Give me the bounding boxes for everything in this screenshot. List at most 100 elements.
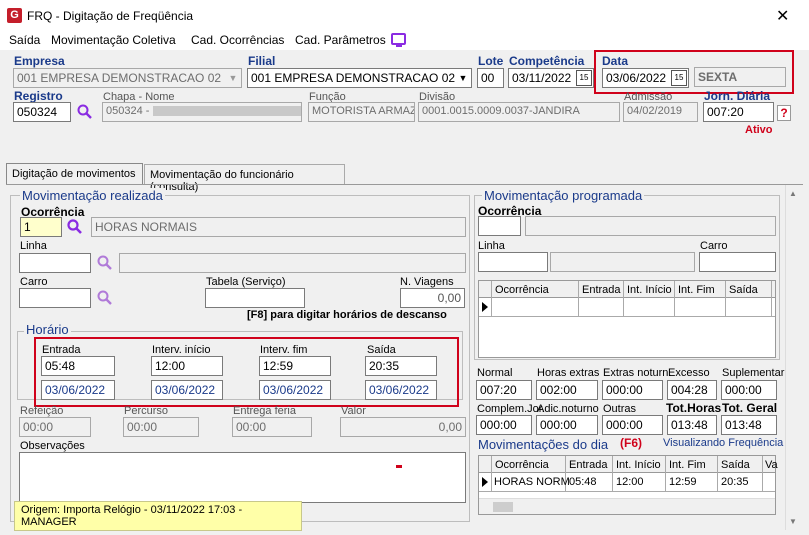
dia-grid[interactable]: Ocorrência Entrada Int. Início Int. Fim … — [478, 455, 778, 515]
col-entrada: Entrada — [569, 459, 608, 471]
ocorrencia-desc-field: HORAS NORMAIS — [91, 217, 466, 237]
scroll-up-icon[interactable]: ▲ — [789, 189, 797, 198]
valor-label: Valor — [341, 405, 366, 417]
menu-movimentacao-coletiva[interactable]: Movimentação Coletiva — [51, 33, 176, 47]
scroll-down-icon[interactable]: ▼ — [789, 517, 797, 526]
programada-linha-label: Linha — [478, 240, 505, 252]
programada-ocorrencia-desc — [525, 216, 776, 236]
blurred-name — [152, 106, 301, 117]
observacoes-textarea[interactable] — [19, 452, 466, 503]
tabela-label: Tabela (Serviço) — [206, 276, 286, 288]
observacoes-label: Observações — [20, 440, 85, 452]
suplementar-value: 000:00 — [721, 380, 777, 400]
search-icon[interactable] — [67, 219, 83, 235]
col-int-inicio: Int. Início — [627, 284, 672, 296]
search-icon[interactable] — [97, 255, 113, 271]
help-button[interactable]: ? — [777, 105, 791, 121]
tabela-input[interactable] — [205, 288, 305, 308]
menu-cad-parametros[interactable]: Cad. Parâmetros — [295, 33, 386, 47]
data-input[interactable]: 03/06/2022 15 — [602, 68, 689, 88]
empresa-select[interactable]: 001 EMPRESA DEMONSTRACAO 02 ▼ — [13, 68, 242, 88]
scrollbar-thumb[interactable] — [493, 502, 513, 512]
lote-label: Lote — [478, 54, 504, 68]
app-logo-icon: G — [7, 8, 22, 23]
menu-cad-ocorrencias[interactable]: Cad. Ocorrências — [191, 33, 284, 47]
ocorrencia-code-input[interactable]: 1 — [20, 217, 62, 237]
close-icon[interactable]: ✕ — [776, 6, 789, 26]
entrada-label: Entrada — [42, 344, 81, 356]
entrada-input[interactable]: 05:48 — [41, 356, 115, 376]
origem-tooltip: Origem: Importa Relógio - 03/11/2022 17:… — [14, 501, 302, 531]
viagens-input[interactable]: 0,00 — [400, 288, 465, 308]
entrega-label: Entrega feria — [233, 405, 296, 417]
intervalo-inicio-input[interactable]: 12:00 — [151, 356, 223, 376]
label-horas-extras: Horas extras — [537, 367, 600, 379]
valor-input: 0,00 — [340, 417, 466, 437]
label-tot-geral: Tot. Geral — [722, 401, 778, 415]
entrada-data-input[interactable]: 03/06/2022 — [41, 380, 115, 400]
competencia-input[interactable]: 03/11/2022 15 — [508, 68, 594, 88]
programada-linha-input[interactable] — [478, 252, 548, 272]
menu-saida[interactable]: Saída — [9, 33, 40, 47]
normal-value: 007:20 — [476, 380, 532, 400]
label-excesso: Excesso — [668, 367, 710, 379]
col-ocorrencia: Ocorrência — [495, 459, 549, 471]
programada-grid[interactable]: Ocorrência Entrada Int. Início Int. Fim … — [478, 280, 776, 358]
refeicao-label: Refeição — [20, 405, 64, 417]
tab-digitacao[interactable]: Digitação de movimentos — [6, 163, 143, 185]
empresa-label: Empresa — [14, 54, 65, 68]
data-label: Data — [602, 54, 629, 68]
complem-value: 000:00 — [476, 415, 532, 435]
lote-input[interactable]: 00 — [477, 68, 504, 88]
outras-value: 000:00 — [602, 415, 663, 435]
status-badge: Ativo — [745, 124, 773, 136]
visualizando-frequencia-link[interactable]: Visualizando Frequência — [663, 437, 783, 449]
admissao-field: 04/02/2019 — [623, 102, 698, 122]
programada-linha-desc — [550, 252, 695, 272]
saida-data-input[interactable]: 03/06/2022 — [365, 380, 437, 400]
monitor-icon[interactable] — [391, 33, 406, 47]
jornada-field: 007:20 — [703, 102, 774, 122]
jornada-label: Jorn. Diária — [704, 89, 771, 103]
table-row[interactable]: HORAS NORM 05:48 12:00 12:59 20:35 — [479, 473, 775, 491]
saida-label: Saída — [367, 344, 396, 356]
movimentacoes-dia-title: Movimentações do dia — [478, 437, 609, 452]
programada-grid-header: Ocorrência Entrada Int. Início Int. Fim … — [479, 281, 775, 298]
registro-input[interactable]: 050324 — [13, 102, 71, 122]
search-icon[interactable] — [77, 104, 93, 120]
excesso-value: 004:28 — [667, 380, 717, 400]
programada-ocorrencia-input[interactable] — [478, 216, 521, 236]
search-icon[interactable] — [97, 290, 113, 306]
programada-carro-input[interactable] — [699, 252, 776, 272]
saida-input[interactable]: 20:35 — [365, 356, 437, 376]
row-pointer-icon — [482, 302, 488, 312]
window-title: FRQ - Digitação de Freqüência — [27, 9, 194, 23]
tot-horas-value: 013:48 — [667, 415, 717, 435]
adic-noturno-value: 000:00 — [536, 415, 598, 435]
label-extras-noturn: Extras noturn. — [603, 367, 672, 379]
divisao-field: 0001.0015.0009.0037-JANDIRA — [418, 102, 620, 122]
carro-input[interactable] — [19, 288, 91, 308]
dia-semana-field: SEXTA — [694, 67, 786, 87]
cell-ocorrencia: HORAS NORM — [494, 476, 570, 488]
intervalo-inicio-data-input[interactable]: 03/06/2022 — [151, 380, 223, 400]
cell-saida: 20:35 — [721, 476, 749, 488]
tab-movimentacao-funcionario[interactable]: Movimentação do funcionário (consulta) — [144, 164, 345, 193]
calendar-icon[interactable]: 15 — [576, 70, 592, 86]
realizada-title: Movimentação realizada — [20, 188, 165, 203]
col-saida: Saída — [721, 459, 750, 471]
viagens-label: N. Viagens — [400, 276, 454, 288]
linha-input[interactable] — [19, 253, 91, 273]
chapa-nome-field: 050324 - — [102, 102, 302, 122]
calendar-icon[interactable]: 15 — [671, 70, 687, 86]
intervalo-fim-input[interactable]: 12:59 — [259, 356, 331, 376]
cell-int-inicio: 12:00 — [616, 476, 644, 488]
filial-select[interactable]: 001 EMPRESA DEMONSTRACAO 02 ▼ — [247, 68, 472, 88]
horizontal-scrollbar[interactable] — [479, 498, 775, 514]
carro-label: Carro — [20, 276, 48, 288]
horario-title: Horário — [24, 322, 71, 337]
chevron-down-icon: ▼ — [225, 69, 241, 87]
vertical-scrollbar[interactable]: ▲ ▼ — [785, 185, 803, 530]
funcao-field: MOTORISTA ARMAZ — [308, 102, 415, 122]
intervalo-fim-data-input[interactable]: 03/06/2022 — [259, 380, 331, 400]
